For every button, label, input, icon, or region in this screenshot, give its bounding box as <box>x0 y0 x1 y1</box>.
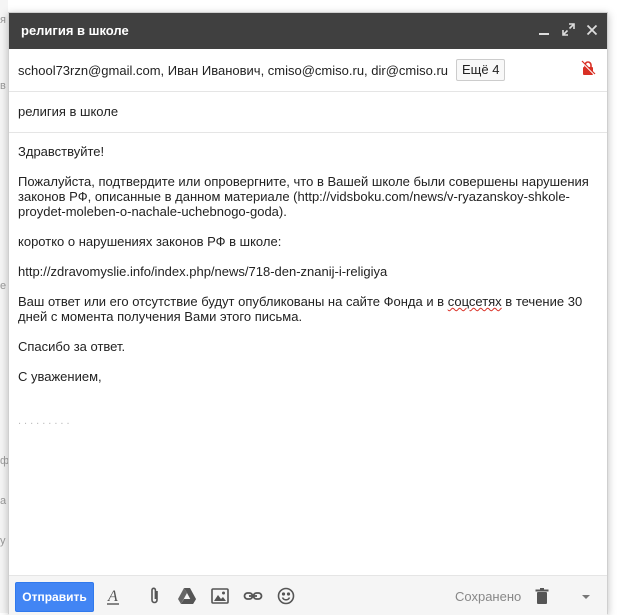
google-drive-icon[interactable] <box>176 585 198 607</box>
background-text: ф <box>0 455 8 467</box>
attach-file-icon[interactable] <box>144 585 166 607</box>
compose-title-bar[interactable]: религия в школе <box>9 13 607 49</box>
svg-text:A: A <box>107 588 118 605</box>
more-options-chevron-down-icon[interactable] <box>575 585 597 607</box>
subject-input[interactable] <box>18 104 588 119</box>
signature-blurred: ......... <box>18 415 73 427</box>
insert-link-icon[interactable] <box>242 585 264 607</box>
body-link-text: http://zdravomyslie.info/index.php/news/… <box>18 264 388 279</box>
discard-draft-icon[interactable] <box>531 585 553 607</box>
compose-toolbar: Отправить A Сохранено <box>9 575 607 615</box>
background-text: в <box>0 80 6 92</box>
compose-title: религия в школе <box>21 23 129 38</box>
confidential-mode-icon[interactable] <box>580 60 596 76</box>
greeting-text: Здравствуйте! <box>18 144 105 159</box>
close-icon[interactable] <box>583 21 601 41</box>
body-paragraph: Пожалуйста, подтвердите или опровергните… <box>18 174 589 219</box>
closing-text: С уважением, <box>18 369 102 384</box>
subject-field <box>9 92 607 133</box>
insert-photo-icon[interactable] <box>209 585 231 607</box>
minimize-icon[interactable] <box>535 21 553 41</box>
body-paragraph: Ваш ответ или его отсутствие будут опубл… <box>18 294 598 324</box>
misspelled-word[interactable]: соцсетях <box>448 294 502 309</box>
recipients-list[interactable]: school73rzn@gmail.com, Иван Иванович, cm… <box>18 63 448 78</box>
save-status-text: Сохранено <box>455 589 522 604</box>
background-text: е <box>0 280 7 292</box>
compose-window: религия в школе school73rzn@gmail.com, И… <box>8 12 608 615</box>
more-recipients-button[interactable]: Ещё 4 <box>456 59 506 81</box>
formatting-options-icon[interactable]: A <box>102 585 124 607</box>
background-text: я <box>0 14 6 26</box>
insert-emoji-icon[interactable] <box>275 585 297 607</box>
expand-icon[interactable] <box>559 21 577 41</box>
background-text: а <box>0 495 7 507</box>
thanks-text: Спасибо за ответ. <box>18 339 126 354</box>
recipients-field[interactable]: school73rzn@gmail.com, Иван Иванович, cm… <box>9 49 607 92</box>
background-text: у <box>0 535 6 547</box>
message-body[interactable]: Здравствуйте! Пожалуйста, подтвердите ил… <box>18 144 598 572</box>
body-paragraph: коротко о нарушениях законов РФ в школе: <box>18 234 282 249</box>
send-button[interactable]: Отправить <box>15 582 94 612</box>
body-text-segment: Ваш ответ или его отсутствие будут опубл… <box>18 294 448 309</box>
